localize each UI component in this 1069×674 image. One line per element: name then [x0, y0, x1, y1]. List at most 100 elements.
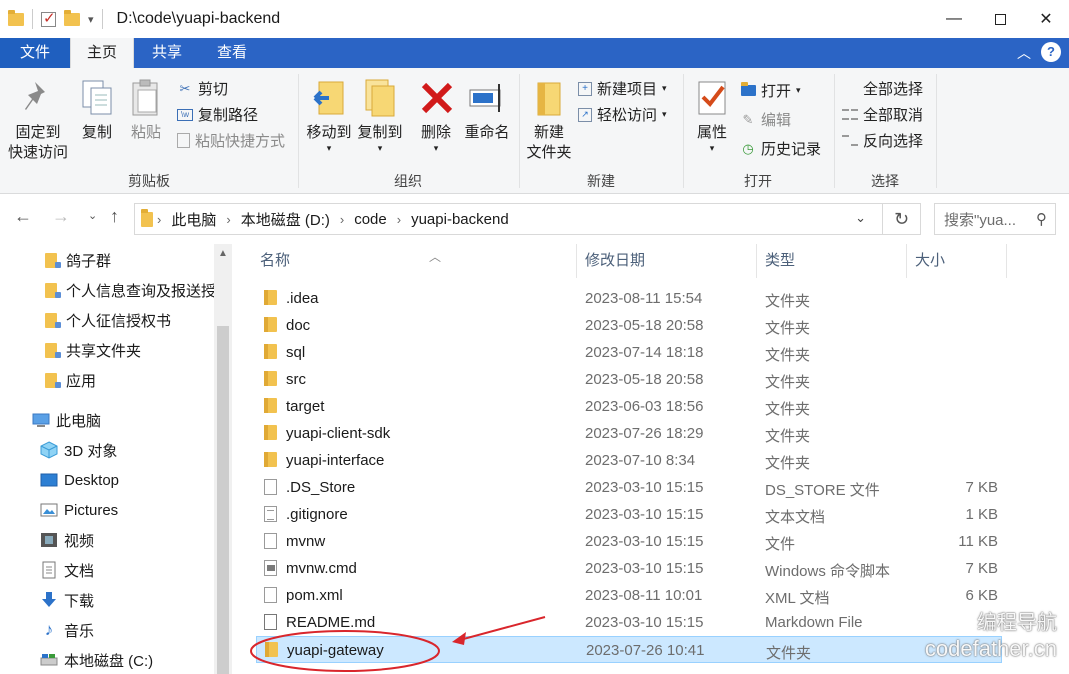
- file-row[interactable]: sql 2023-07-14 18:18 文件夹: [256, 339, 1002, 366]
- nav-item-pictures[interactable]: Pictures: [40, 495, 118, 525]
- nav-item-desktop[interactable]: Desktop: [40, 465, 119, 495]
- breadcrumb-code[interactable]: code: [354, 211, 387, 228]
- nav-item-label: 下载: [64, 592, 95, 610]
- breadcrumb-drive-d[interactable]: 本地磁盘 (D:): [241, 209, 330, 230]
- nav-item-documents[interactable]: 文档: [40, 555, 94, 585]
- select-all-button[interactable]: 全部选择: [842, 78, 923, 99]
- column-header-date[interactable]: 修改日期: [577, 244, 757, 278]
- chevron-right-icon[interactable]: ›: [340, 212, 344, 227]
- file-row[interactable]: README.md 2023-03-10 15:15 Markdown File: [256, 609, 1002, 636]
- pin-to-quick-access-button[interactable]: 固定到 快速访问: [6, 76, 70, 163]
- nav-item-pinned-5[interactable]: 应用: [42, 365, 96, 395]
- watermark-line-2: codefather.cn: [924, 636, 1057, 661]
- history-button[interactable]: ◷ 历史记录: [740, 138, 821, 159]
- file-row[interactable]: pom.xml 2023-08-11 10:01 XML 文档 6 KB: [256, 582, 1002, 609]
- close-button[interactable]: ✕: [1023, 0, 1069, 38]
- properties-check-icon[interactable]: [41, 9, 56, 27]
- address-dropdown-icon[interactable]: ⌄: [855, 210, 866, 226]
- forward-arrow-icon[interactable]: →: [52, 206, 70, 227]
- chevron-right-icon[interactable]: ›: [397, 212, 401, 227]
- invert-selection-button[interactable]: 反向选择: [842, 130, 923, 151]
- properties-button[interactable]: 属性 ▾: [690, 76, 734, 153]
- customize-dropdown-icon[interactable]: ▾: [88, 13, 94, 26]
- column-header-type[interactable]: 类型: [757, 244, 907, 278]
- nav-item-pinned-2[interactable]: 个人信息查询及报送授: [42, 275, 214, 305]
- tab-view[interactable]: 查看: [200, 38, 264, 68]
- new-item-button[interactable]: + 新建项目 ▾: [578, 78, 667, 99]
- nav-item-label: 鸽子群: [66, 252, 112, 270]
- file-row[interactable]: yuapi-gateway 2023-07-26 10:41 文件夹: [256, 636, 1002, 663]
- file-row[interactable]: src 2023-05-18 20:58 文件夹: [256, 366, 1002, 393]
- chevron-right-icon[interactable]: ›: [157, 212, 161, 227]
- nav-item-drive-c[interactable]: 本地磁盘 (C:): [40, 645, 153, 674]
- nav-item-3d-objects[interactable]: 3D 对象: [40, 435, 117, 465]
- column-header-size[interactable]: 大小: [907, 244, 1007, 278]
- separator: [32, 9, 33, 29]
- nav-item-videos[interactable]: 视频: [40, 525, 94, 555]
- copy-icon: [77, 76, 117, 120]
- file-row[interactable]: doc 2023-05-18 20:58 文件夹: [256, 312, 1002, 339]
- file-type: 文件夹: [765, 401, 811, 418]
- open-button[interactable]: 打开 ▾: [740, 80, 801, 101]
- move-to-button[interactable]: 移动到 ▾: [304, 76, 354, 153]
- scrollbar-thumb[interactable]: [217, 326, 229, 674]
- new-folder-icon[interactable]: [64, 9, 80, 26]
- file-type: Windows 命令脚本: [765, 563, 891, 580]
- history-icon: ◷: [742, 140, 754, 156]
- nav-item-pinned-1[interactable]: 鸽子群: [42, 245, 111, 275]
- nav-item-music[interactable]: ♪ 音乐: [40, 615, 94, 645]
- tab-file[interactable]: 文件: [0, 38, 70, 68]
- file-row[interactable]: yuapi-client-sdk 2023-07-26 18:29 文件夹: [256, 420, 1002, 447]
- back-arrow-icon[interactable]: ←: [14, 206, 32, 227]
- chevron-right-icon[interactable]: ›: [226, 212, 230, 227]
- file-modified-date: 2023-07-26 10:41: [586, 642, 705, 659]
- breadcrumb-this-pc[interactable]: 此电脑: [171, 209, 216, 230]
- sort-ascending-icon: ︿: [429, 250, 442, 264]
- select-none-button[interactable]: 全部取消: [842, 104, 923, 125]
- up-arrow-icon[interactable]: ↑: [110, 206, 119, 227]
- cut-button[interactable]: ✂ 剪切: [177, 78, 228, 99]
- text-file-icon: [264, 506, 277, 526]
- help-icon[interactable]: ?: [1041, 42, 1061, 62]
- file-type: Markdown File: [765, 614, 863, 631]
- file-row[interactable]: yuapi-interface 2023-07-10 8:34 文件夹: [256, 447, 1002, 474]
- paste-button[interactable]: 粘贴: [125, 76, 167, 143]
- column-header-name[interactable]: 名称 ︿: [252, 244, 577, 278]
- file-row[interactable]: target 2023-06-03 18:56 文件夹: [256, 393, 1002, 420]
- file-row[interactable]: .DS_Store 2023-03-10 15:15 DS_STORE 文件 7 KB: [256, 474, 1002, 501]
- search-input[interactable]: 搜索"yua... ⚲: [934, 203, 1056, 235]
- maximize-button[interactable]: [977, 0, 1023, 38]
- copy-button[interactable]: 复制: [76, 76, 118, 143]
- file-row[interactable]: .gitignore 2023-03-10 15:15 文本文档 1 KB: [256, 501, 1002, 528]
- nav-item-label: 此电脑: [56, 412, 102, 430]
- delete-button[interactable]: 删除 ▾: [417, 76, 455, 153]
- copy-to-icon: [360, 76, 400, 120]
- nav-item-pinned-4[interactable]: 共享文件夹: [42, 335, 141, 365]
- 3d-objects-icon: [40, 441, 58, 459]
- nav-item-pinned-3[interactable]: 个人征信授权书: [42, 305, 171, 335]
- file-list: 名称 ︿ 修改日期 类型 大小 .idea 2023-08-11 15:54 文件夹…: [232, 244, 1069, 674]
- scroll-up-arrow-icon[interactable]: ▲: [218, 248, 228, 259]
- copy-path-button[interactable]: \w 复制路径: [177, 104, 258, 125]
- recent-locations-chevron-icon[interactable]: ⌄: [88, 209, 97, 222]
- collapse-ribbon-icon[interactable]: ︿: [1017, 43, 1031, 63]
- history-label: 历史记录: [761, 141, 822, 158]
- minimize-button[interactable]: —: [931, 0, 977, 38]
- address-bar[interactable]: › 此电脑 › 本地磁盘 (D:) › code › yuapi-backend…: [134, 203, 883, 235]
- nav-item-this-pc[interactable]: 此电脑: [32, 405, 101, 435]
- nav-item-downloads[interactable]: 下载: [40, 585, 94, 615]
- edit-button[interactable]: ✎ 编辑: [740, 109, 791, 130]
- tab-home[interactable]: 主页: [70, 38, 134, 68]
- paste-shortcut-button[interactable]: 粘贴快捷方式: [177, 130, 285, 151]
- file-row[interactable]: mvnw.cmd 2023-03-10 15:15 Windows 命令脚本 7 KB: [256, 555, 1002, 582]
- rename-button[interactable]: 重命名: [462, 76, 512, 143]
- new-folder-button[interactable]: 新建 文件夹: [524, 76, 574, 163]
- file-row[interactable]: mvnw 2023-03-10 15:15 文件 11 KB: [256, 528, 1002, 555]
- tab-share[interactable]: 共享: [134, 38, 200, 68]
- nav-pane-scrollbar[interactable]: ▲: [214, 244, 232, 674]
- easy-access-button[interactable]: ↗ 轻松访问 ▾: [578, 104, 667, 125]
- breadcrumb-yuapi-backend[interactable]: yuapi-backend: [411, 211, 509, 228]
- copy-to-button[interactable]: 复制到 ▾: [355, 76, 405, 153]
- file-row[interactable]: .idea 2023-08-11 15:54 文件夹: [256, 285, 1002, 312]
- refresh-button[interactable]: ↻: [883, 203, 921, 235]
